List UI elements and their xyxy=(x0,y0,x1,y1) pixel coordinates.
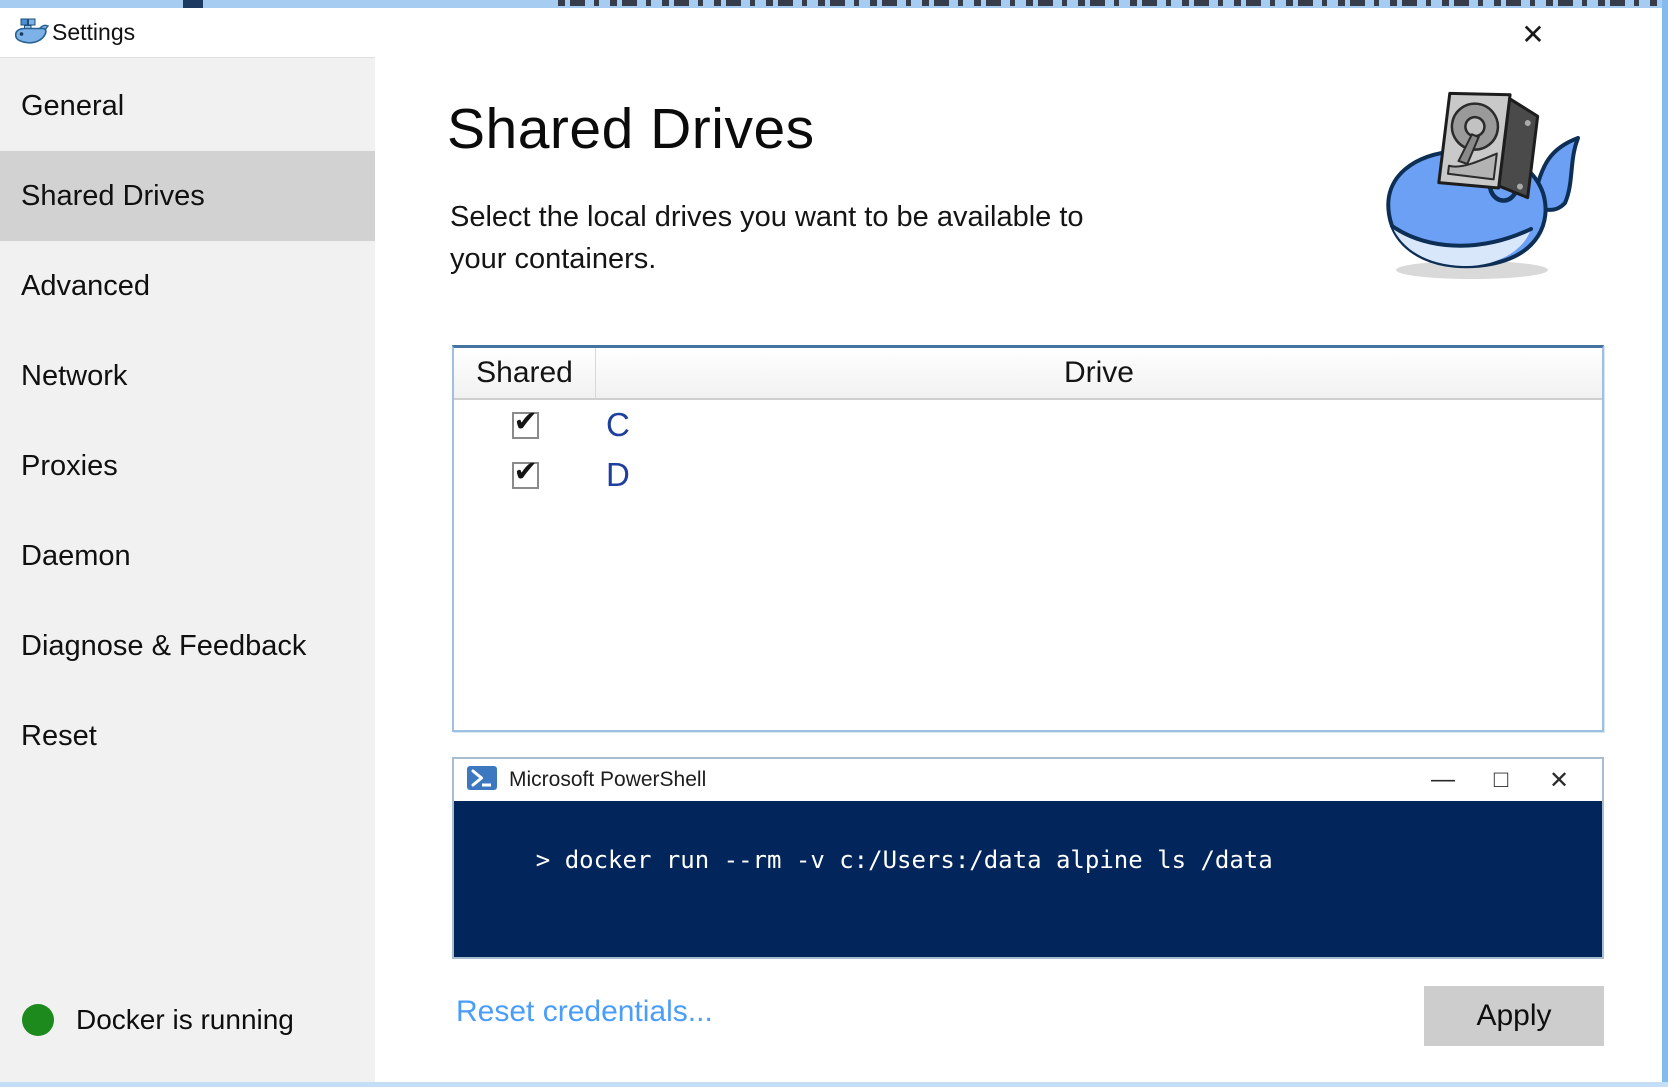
status-label: Docker is running xyxy=(76,1004,294,1035)
column-header-shared: Shared xyxy=(454,348,596,398)
reset-credentials-link[interactable]: Reset credentials... xyxy=(456,995,713,1029)
checkbox-checked-icon: ✔ xyxy=(513,455,538,488)
background-remnant-chip xyxy=(183,0,203,8)
close-icon[interactable]: ✕ xyxy=(1510,14,1556,54)
docker-whale-harddrive-illustration xyxy=(1352,88,1604,289)
drive-d-checkbox-cell: ✔ xyxy=(454,456,596,489)
powershell-titlebar: Microsoft PowerShell — □ ✕ xyxy=(454,759,1602,801)
sidebar-item-reset[interactable]: Reset xyxy=(0,691,375,781)
background-window-remnant-top xyxy=(0,0,1668,8)
docker-whale-icon xyxy=(12,15,50,54)
powershell-window-title: Microsoft PowerShell xyxy=(509,768,707,791)
drive-letter: D xyxy=(606,456,630,493)
sidebar-item-daemon[interactable]: Daemon xyxy=(0,511,375,601)
table-row: ✔ C xyxy=(454,400,1602,450)
powershell-example-window: Microsoft PowerShell — □ ✕ > docker run … xyxy=(452,757,1604,959)
shared-drives-table: Shared Drive ✔ C ✔ D xyxy=(452,345,1604,732)
table-row: ✔ D xyxy=(454,450,1602,500)
powershell-window-controls: — □ ✕ xyxy=(1414,759,1588,801)
sidebar-item-proxies[interactable]: Proxies xyxy=(0,421,375,511)
drive-letter: C xyxy=(606,406,630,443)
background-window-remnant-bottom xyxy=(0,1082,1668,1087)
sidebar-item-shared-drives[interactable]: Shared Drives xyxy=(0,151,375,241)
page-title: Shared Drives xyxy=(447,97,815,161)
page-subtitle: Select the local drives you want to be a… xyxy=(450,201,1084,275)
terminal-command: > docker run --rm -v c:/Users:/data alpi… xyxy=(535,846,1273,874)
background-remnant-text-marks xyxy=(558,0,1662,6)
sidebar: General Shared Drives Advanced Network P… xyxy=(0,57,375,1082)
drive-d-checkbox[interactable]: ✔ xyxy=(511,456,539,489)
close-icon[interactable]: ✕ xyxy=(1530,765,1588,796)
table-header: Shared Drive xyxy=(454,348,1602,400)
status-running-icon xyxy=(22,1004,54,1036)
column-header-drive: Drive xyxy=(1063,356,1134,389)
window-title: Settings xyxy=(52,19,136,45)
drive-c-checkbox[interactable]: ✔ xyxy=(511,406,539,439)
powershell-terminal: > docker run --rm -v c:/Users:/data alpi… xyxy=(454,801,1602,957)
checkbox-checked-icon: ✔ xyxy=(513,405,538,438)
sidebar-item-general[interactable]: General xyxy=(0,61,375,151)
powershell-icon xyxy=(467,765,497,795)
background-window-remnant-right xyxy=(1662,0,1668,1087)
minimize-icon[interactable]: — xyxy=(1414,765,1472,795)
sidebar-item-diagnose-feedback[interactable]: Diagnose & Feedback xyxy=(0,601,375,691)
maximize-icon[interactable]: □ xyxy=(1472,765,1530,795)
titlebar: Settings ✕ xyxy=(0,8,1662,57)
sidebar-list: General Shared Drives Advanced Network P… xyxy=(0,58,375,781)
docker-status: Docker is running xyxy=(22,1004,294,1036)
apply-button[interactable]: Apply xyxy=(1424,986,1604,1046)
sidebar-item-advanced[interactable]: Advanced xyxy=(0,241,375,331)
drive-c-checkbox-cell: ✔ xyxy=(454,406,596,439)
sidebar-item-network[interactable]: Network xyxy=(0,331,375,421)
